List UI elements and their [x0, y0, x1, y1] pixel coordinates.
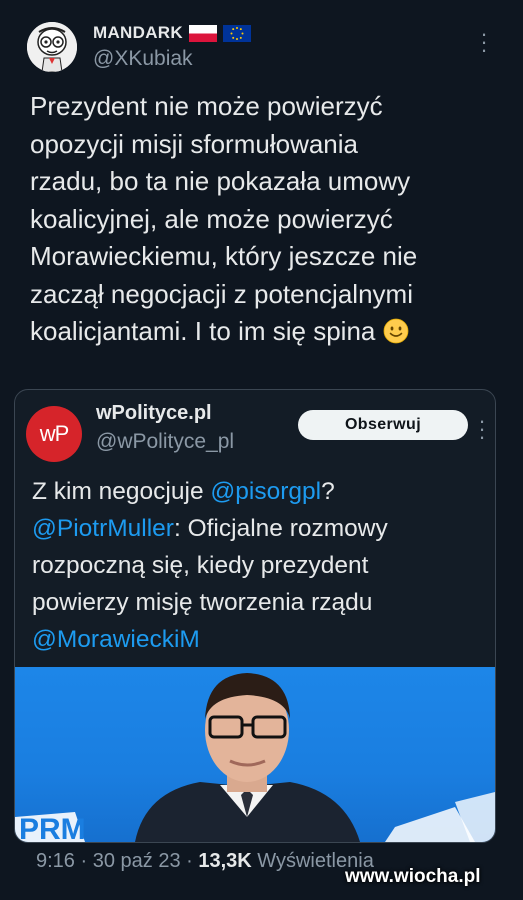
wpolityce-logo[interactable]: wP — [26, 406, 82, 462]
tweet-meta: 9:16 · 30 paź 23 · 13,3K Wyświetlenia — [36, 850, 374, 873]
mention-link[interactable]: @PiotrMuller — [32, 515, 174, 542]
author-name-row: MANDARK — [93, 23, 251, 43]
tweet-line: zaczął negocjacji z potencjalnymi — [30, 278, 413, 309]
logo-text: wP — [39, 421, 70, 446]
poland-flag-icon — [188, 24, 217, 42]
tweet-line-last: koalicjantami. I to im się spina — [30, 313, 500, 351]
more-options-icon[interactable]: · · · — [478, 23, 490, 61]
site-watermark: www.wiocha.pl — [345, 866, 481, 887]
tweet-line: rzadu, bo ta nie pokazała umowy — [30, 166, 411, 196]
quoted-line-2: @PiotrMuller: Oficjalne rozmowy — [32, 510, 487, 547]
tweet-line: opozycji misji sformułowania — [30, 128, 358, 159]
eu-flag-icon — [222, 24, 251, 42]
man-portrait-icon: PRM — [15, 673, 495, 842]
follow-button[interactable]: Obserwuj — [298, 410, 468, 440]
tweet-line: Morawieckiemu, który jeszcze nie — [30, 241, 418, 271]
mention-link[interactable]: @pisorgpl — [210, 478, 321, 505]
tweet-date[interactable]: 30 paź 23 — [93, 850, 181, 872]
quoted-line-1: Z kim negocjuje @pisorgpl? — [32, 473, 487, 510]
author-name[interactable]: MANDARK — [93, 23, 183, 43]
quoted-line-5: @MorawieckiM — [32, 621, 487, 658]
text-fragment: ? — [321, 478, 335, 505]
author-avatar[interactable] — [27, 22, 77, 72]
photo-backdrop-text: PRM — [19, 813, 86, 842]
mention-link[interactable]: @MorawieckiM — [32, 626, 200, 653]
quoted-author-name[interactable]: wPolityce.pl — [96, 402, 212, 425]
tweet-time[interactable]: 9:16 — [36, 850, 75, 872]
tweet-line: Prezydent nie może powierzyć — [30, 91, 383, 121]
quoted-line-4: powierzy misję tworzenia rządu — [32, 589, 373, 616]
quoted-author-handle[interactable]: @wPolityce_pl — [96, 430, 234, 454]
author-handle[interactable]: @XKubiak — [93, 47, 193, 71]
quoted-more-options-icon[interactable]: · · · — [477, 410, 487, 448]
text-fragment: : Oficjalne rozmowy — [173, 515, 388, 542]
tweet-line: koalicjantami. I to im się spina — [30, 316, 376, 346]
quoted-tweet-text: Z kim negocjuje @pisorgpl? @PiotrMuller:… — [32, 473, 487, 658]
separator: · — [180, 850, 199, 872]
tweet-text: Prezydent nie może powierzyć opozycji mi… — [30, 88, 500, 351]
views-count: 13,3K — [198, 850, 252, 872]
quoted-tweet-photo[interactable]: PRM — [15, 667, 495, 842]
cartoon-avatar-icon — [27, 22, 77, 72]
separator: · — [74, 850, 93, 872]
text-fragment: Z kim negocjuje — [32, 478, 211, 505]
quoted-tweet[interactable]: wP wPolityce.pl @wPolityce_pl Obserwuj ·… — [14, 389, 496, 843]
tweet-line: koalicyjnej, ale może powierzyć — [30, 203, 393, 234]
smiling-face-emoji-icon — [383, 318, 409, 344]
quoted-line-3: rozpoczną się, kiedy prezydent — [32, 552, 369, 579]
